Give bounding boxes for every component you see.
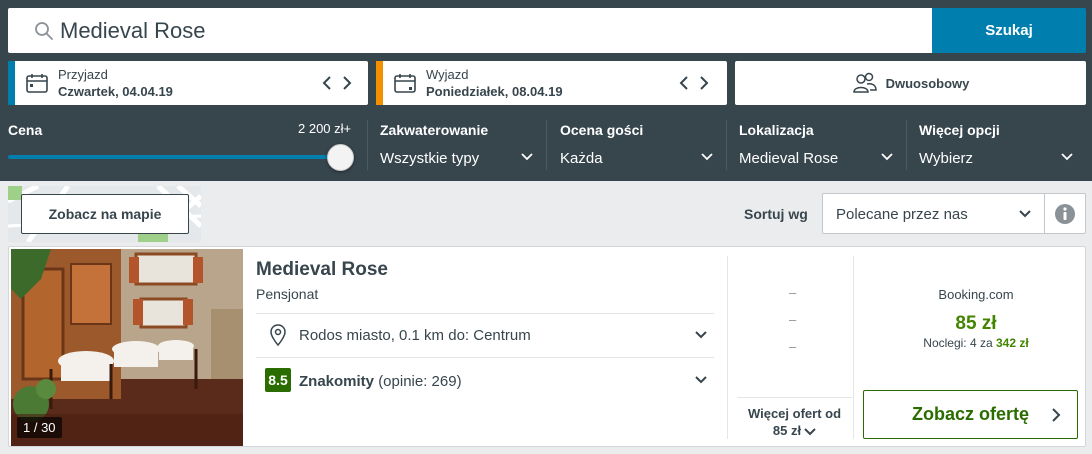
more-options-filter-label: Więcej opcji [919, 122, 1000, 138]
checkout-date: Poniedziałek, 08.04.19 [426, 84, 563, 99]
price-filter-value: 2 200 zł+ [298, 121, 352, 136]
placeholder-dash: – [789, 312, 797, 327]
chevron-left-icon[interactable] [318, 73, 336, 93]
deal-nights: Noclegi: 4 za 342 zł [923, 336, 1029, 350]
chevron-right-icon[interactable] [338, 73, 356, 93]
chevron-down-icon[interactable] [700, 152, 714, 162]
location-filter-value[interactable]: Medieval Rose [739, 150, 838, 167]
chevron-down-icon [695, 376, 707, 384]
rating-row[interactable]: 8.5 Znakomity (opinie: 269) [256, 358, 714, 402]
checkout-label: Wyjazd [426, 67, 469, 82]
sort-dropdown[interactable]: Polecane przez nas [822, 193, 1045, 234]
info-icon [1055, 204, 1075, 224]
nights-total-price: 342 zł [996, 336, 1029, 350]
location-row[interactable]: Rodos miasto, 0.1 km do: Centrum [256, 313, 714, 357]
rating-word: Znakomity (opinie: 269) [299, 373, 462, 390]
more-deals-link[interactable]: Więcej ofert od 85 zł [737, 397, 852, 442]
view-deal-button[interactable]: Zobacz ofertę [863, 390, 1078, 439]
price-slider-track[interactable] [8, 155, 340, 159]
deal-site: Booking.com [938, 287, 1014, 302]
column-divider [853, 256, 854, 439]
checkin-stripe [8, 61, 15, 105]
price-slider-handle[interactable] [327, 144, 354, 171]
filter-divider [726, 120, 727, 170]
chevron-left-icon[interactable] [675, 73, 693, 93]
more-options-filter-value[interactable]: Wybierz [919, 150, 973, 167]
search-bar [8, 8, 933, 53]
chevron-down-icon [804, 427, 816, 435]
deal-price: 85 zł [955, 313, 997, 334]
search-button[interactable]: Szukaj [932, 8, 1086, 53]
rating-count: (opinie: 269) [378, 373, 462, 390]
search-icon [35, 22, 53, 40]
chevron-down-icon [1019, 210, 1031, 218]
show-map-button[interactable]: Zobacz na mapie [21, 194, 189, 234]
location-filter-label: Lokalizacja [739, 122, 814, 138]
map-pin-icon [270, 324, 286, 346]
checkin-date: Czwartek, 04.04.19 [58, 84, 173, 99]
photo-counter: 1 / 30 [17, 417, 62, 438]
placeholder-dash: – [789, 339, 797, 354]
accommodation-filter-label: Zakwaterowanie [380, 122, 489, 138]
calendar-icon [394, 74, 416, 93]
column-divider [727, 256, 728, 439]
chevron-right-icon[interactable] [695, 73, 713, 93]
checkin-field[interactable]: Przyjazd Czwartek, 04.04.19 [8, 61, 368, 105]
placeholder-dash: – [789, 285, 797, 300]
sort-label: Sortuj wg [744, 206, 808, 222]
rating-badge: 8.5 [265, 368, 291, 392]
checkout-field[interactable]: Wyjazd Poniedziałek, 08.04.19 [376, 61, 727, 105]
hotel-name[interactable]: Medieval Rose [256, 259, 388, 281]
chevron-down-icon[interactable] [880, 152, 894, 162]
more-deals-price: 85 zł [772, 423, 802, 438]
chevron-down-icon[interactable] [1060, 152, 1074, 162]
filter-divider [546, 120, 547, 170]
chevron-right-icon [1052, 408, 1061, 422]
more-deals-label: Więcej ofert od [747, 406, 842, 421]
location-text: Rodos miasto, 0.1 km do: Centrum [299, 327, 531, 344]
accommodation-filter-value[interactable]: Wszystkie typy [380, 150, 479, 167]
people-icon [852, 72, 877, 93]
view-deal-label: Zobacz ofertę [911, 404, 1030, 424]
checkin-label: Przyjazd [58, 67, 108, 82]
hotel-result-card: 1 / 30 Medieval Rose Pensjonat Rodos mia… [8, 246, 1086, 447]
filter-divider [367, 120, 368, 170]
hotel-photo[interactable]: 1 / 30 [11, 249, 243, 446]
room-type-selector[interactable]: Dwuosobowy [735, 61, 1086, 105]
room-type-label: Dwuosobowy [885, 75, 970, 91]
calendar-icon [26, 74, 48, 93]
search-input[interactable] [60, 8, 920, 53]
guest-rating-filter-value[interactable]: Każda [560, 150, 603, 167]
hotel-type: Pensjonat [256, 286, 319, 302]
sort-info-button[interactable] [1045, 193, 1086, 234]
filter-divider [906, 120, 907, 170]
guest-rating-filter-label: Ocena gości [560, 122, 644, 138]
chevron-down-icon[interactable] [520, 152, 534, 162]
price-filter-label: Cena [8, 122, 43, 138]
checkout-stripe [376, 61, 383, 105]
sort-value: Polecane przez nas [836, 206, 968, 223]
chevron-down-icon [695, 331, 707, 339]
